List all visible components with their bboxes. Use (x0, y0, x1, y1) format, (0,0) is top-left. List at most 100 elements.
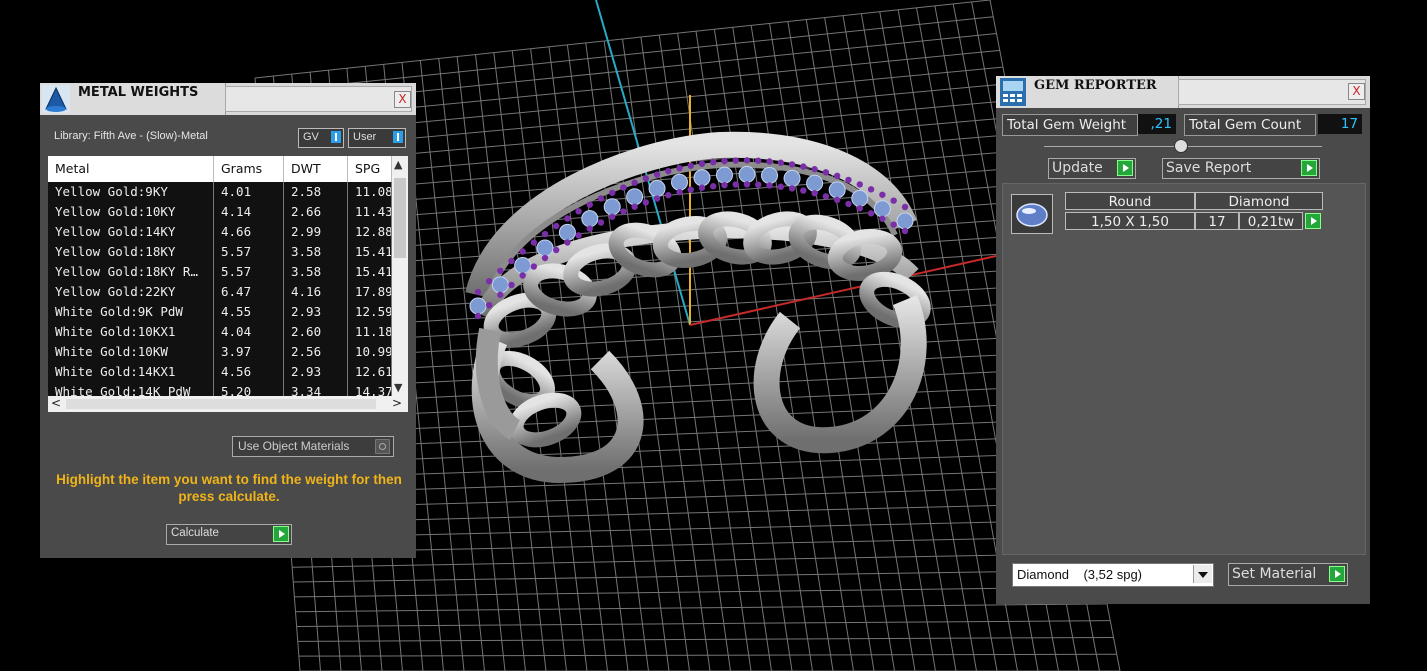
scroll-right-icon[interactable]: > (392, 396, 402, 410)
prong (732, 181, 739, 188)
cell-spg: 11.08 (348, 182, 392, 202)
prong (564, 215, 571, 222)
prong (586, 201, 593, 208)
use-object-materials-toggle[interactable]: Use Object Materials (232, 436, 394, 457)
set-material-label: Set Material (1232, 566, 1317, 582)
col-header-dwt[interactable]: DWT (284, 156, 348, 182)
prong (497, 267, 504, 275)
gem-stone (491, 276, 509, 294)
prong (755, 181, 762, 188)
calculate-play-icon[interactable] (273, 526, 289, 542)
prong (867, 210, 875, 217)
cell-metal: White Gold:10KX1 (48, 322, 214, 342)
cell-metal: Yellow Gold:18KY (48, 242, 214, 262)
metal-weights-titlebar[interactable]: METAL WEIGHTS X (40, 83, 416, 115)
cell-dwt: 2.93 (284, 362, 348, 382)
scroll-down-icon[interactable]: ▼ (394, 381, 402, 394)
scroll-left-icon[interactable]: < (51, 396, 61, 410)
col-header-metal[interactable]: Metal (48, 156, 214, 182)
cell-metal: White Gold:9K PdW (48, 302, 214, 322)
table-row[interactable]: White Gold:14KX1 4.56 2.93 12.61 (48, 362, 392, 383)
cell-grams: 4.56 (214, 362, 284, 382)
table-row[interactable]: White Gold:9K PdW 4.55 2.93 12.59 (48, 302, 392, 323)
prong (474, 312, 482, 320)
prong (676, 189, 683, 196)
cell-grams: 3.97 (214, 342, 284, 362)
prong (743, 181, 751, 188)
prong (800, 187, 807, 194)
set-material-play-icon[interactable] (1329, 566, 1345, 582)
save-report-play-icon[interactable] (1301, 160, 1317, 176)
prong (800, 163, 807, 170)
table-row[interactable]: Yellow Gold:9KY 4.01 2.58 11.08 (48, 182, 392, 203)
gem-stone (873, 200, 891, 218)
chevron-down-icon[interactable] (1193, 565, 1212, 583)
prong (597, 219, 605, 226)
prong (890, 221, 897, 228)
scroll-thumb[interactable] (394, 178, 406, 258)
table-row[interactable]: Yellow Gold:18KY 5.57 3.58 15.41 (48, 242, 392, 263)
table-row[interactable]: Yellow Gold:18KY R… 5.57 3.58 15.41 (48, 262, 392, 283)
cell-spg: 15.41 (348, 242, 392, 262)
cell-grams: 4.04 (214, 322, 284, 342)
prong (597, 195, 605, 202)
gem-thumbnail[interactable] (1011, 194, 1053, 234)
metal-table-vertical-scrollbar[interactable]: ▲ ▼ (392, 156, 408, 396)
cell-dwt: 3.58 (284, 242, 348, 262)
cell-spg: 11.43 (348, 202, 392, 222)
user-toggle-label: User (353, 131, 377, 143)
prong (687, 186, 694, 193)
prong (710, 159, 717, 166)
table-row[interactable]: Yellow Gold:10KY 4.14 2.66 11.43 (48, 202, 392, 223)
use-object-materials-radio-icon[interactable] (375, 439, 390, 454)
table-row[interactable]: Yellow Gold:22KY 6.47 4.16 17.89 (48, 282, 392, 303)
gem-stone (469, 297, 487, 315)
ring-model (465, 131, 931, 484)
table-row[interactable]: White Gold:10KW 3.97 2.56 10.99 (48, 342, 392, 363)
cell-metal: Yellow Gold:10KY (48, 202, 214, 222)
gem-stone (671, 173, 689, 191)
gem-entry-play-icon[interactable] (1305, 213, 1321, 229)
scroll-up-icon[interactable]: ▲ (394, 158, 402, 171)
user-toggle[interactable]: User (348, 128, 406, 148)
metal-table[interactable]: Metal Grams DWT SPG Yellow Gold:9KY 4.01 2… (48, 156, 408, 412)
metal-weights-close-button[interactable]: X (394, 91, 411, 108)
gem-list[interactable]: Round Diamond 1,50 X 1,50 17 0,21tw (1002, 183, 1366, 555)
prong (901, 203, 909, 211)
prong (777, 159, 784, 166)
metal-table-header: Metal Grams DWT SPG (48, 156, 392, 183)
gem-reporter-titlebar[interactable]: GEM REPORTER X (996, 76, 1370, 108)
gv-toggle[interactable]: GV (298, 128, 344, 148)
slider-knob[interactable] (1174, 139, 1188, 153)
material-select[interactable]: Diamond (3,52 spg) (1012, 563, 1214, 587)
prong (508, 281, 515, 289)
metal-table-horizontal-scrollbar[interactable]: < > (48, 396, 408, 412)
prong (698, 184, 706, 191)
gem-reporter-close-button[interactable]: X (1348, 83, 1365, 100)
prong (631, 179, 638, 186)
save-report-button[interactable]: Save Report (1162, 158, 1320, 179)
prong (586, 225, 593, 232)
hscroll-thumb[interactable] (66, 399, 376, 409)
cell-spg: 15.41 (348, 262, 392, 282)
set-material-button[interactable]: Set Material (1228, 563, 1348, 586)
update-play-icon[interactable] (1117, 160, 1133, 176)
cell-dwt: 2.66 (284, 202, 348, 222)
col-header-spg[interactable]: SPG (348, 156, 392, 182)
prong (575, 232, 582, 239)
cell-grams: 4.55 (214, 302, 284, 322)
update-label: Update (1052, 160, 1103, 176)
gem-stone (851, 189, 869, 207)
table-row[interactable]: Yellow Gold:14KY 4.66 2.99 12.88 (48, 222, 392, 243)
update-button[interactable]: Update (1048, 158, 1136, 179)
prong (553, 222, 560, 230)
metal-weights-panel: METAL WEIGHTS X Library: Fifth Ave - (Sl… (40, 83, 416, 558)
prong (553, 246, 560, 254)
prong (665, 167, 672, 175)
col-header-grams[interactable]: Grams (214, 156, 284, 182)
cell-metal: Yellow Gold:22KY (48, 282, 214, 302)
calculate-button[interactable]: Calculate (166, 524, 292, 545)
gem-slider[interactable] (1044, 139, 1322, 153)
gem-stone (806, 174, 824, 192)
table-row[interactable]: White Gold:10KX1 4.04 2.60 11.18 (48, 322, 392, 343)
